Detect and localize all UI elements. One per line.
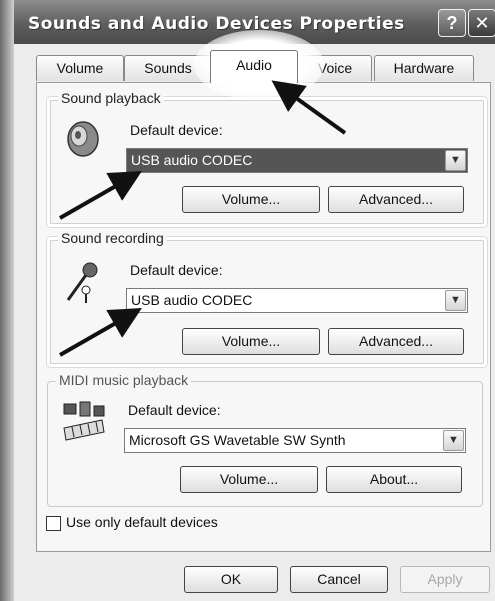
midi-volume-button[interactable]: Volume... [180, 466, 318, 493]
apply-button[interactable]: Apply [400, 566, 490, 593]
sound-recording-group: Sound recording Default device: USB audi… [47, 230, 487, 367]
tab-audio[interactable]: Audio [210, 50, 298, 83]
chevron-down-icon[interactable]: ▼ [445, 150, 466, 171]
midi-device-label: Default device: [128, 402, 221, 418]
midi-about-button[interactable]: About... [326, 466, 462, 493]
midi-keyboard-icon [62, 398, 106, 445]
playback-device-select[interactable]: USB audio CODEC ▼ [126, 148, 468, 173]
playback-device-value: USB audio CODEC [131, 152, 253, 168]
recording-advanced-button[interactable]: Advanced... [328, 328, 464, 355]
audio-tab-panel: Sound playback Default device: USB audio… [36, 82, 491, 552]
midi-device-select[interactable]: Microsoft GS Wavetable SW Synth ▼ [124, 428, 466, 453]
chevron-down-icon[interactable]: ▼ [445, 290, 466, 311]
sound-recording-label: Sound recording [58, 230, 167, 246]
playback-device-label: Default device: [130, 122, 223, 138]
recording-device-value: USB audio CODEC [131, 292, 253, 308]
page-edge-shadow [0, 0, 14, 601]
window-title: Sounds and Audio Devices Properties [28, 14, 405, 34]
microphone-icon [64, 260, 102, 307]
playback-volume-button[interactable]: Volume... [182, 186, 320, 213]
help-button[interactable]: ? [438, 9, 466, 37]
recording-device-label: Default device: [130, 262, 223, 278]
speaker-icon [64, 118, 102, 163]
playback-advanced-button[interactable]: Advanced... [328, 186, 464, 213]
sound-playback-group: Sound playback Default device: USB audio… [47, 90, 487, 227]
midi-device-value: Microsoft GS Wavetable SW Synth [129, 432, 346, 448]
properties-dialog: Sounds and Audio Devices Properties ? ✕ … [14, 0, 495, 601]
chevron-down-icon[interactable]: ▼ [443, 430, 464, 451]
tab-hardware[interactable]: Hardware [374, 55, 474, 81]
midi-playback-group: MIDI music playback Default device: Micr… [47, 372, 483, 507]
use-default-devices-checkbox[interactable] [46, 516, 61, 531]
cancel-button[interactable]: Cancel [290, 566, 388, 593]
recording-volume-button[interactable]: Volume... [182, 328, 320, 355]
sound-playback-label: Sound playback [58, 90, 164, 106]
recording-device-select[interactable]: USB audio CODEC ▼ [126, 288, 468, 313]
use-default-devices-label: Use only default devices [66, 514, 218, 530]
midi-playback-label: MIDI music playback [56, 372, 192, 388]
ok-button[interactable]: OK [184, 566, 278, 593]
tab-volume[interactable]: Volume [36, 55, 124, 81]
close-button[interactable]: ✕ [468, 9, 495, 37]
